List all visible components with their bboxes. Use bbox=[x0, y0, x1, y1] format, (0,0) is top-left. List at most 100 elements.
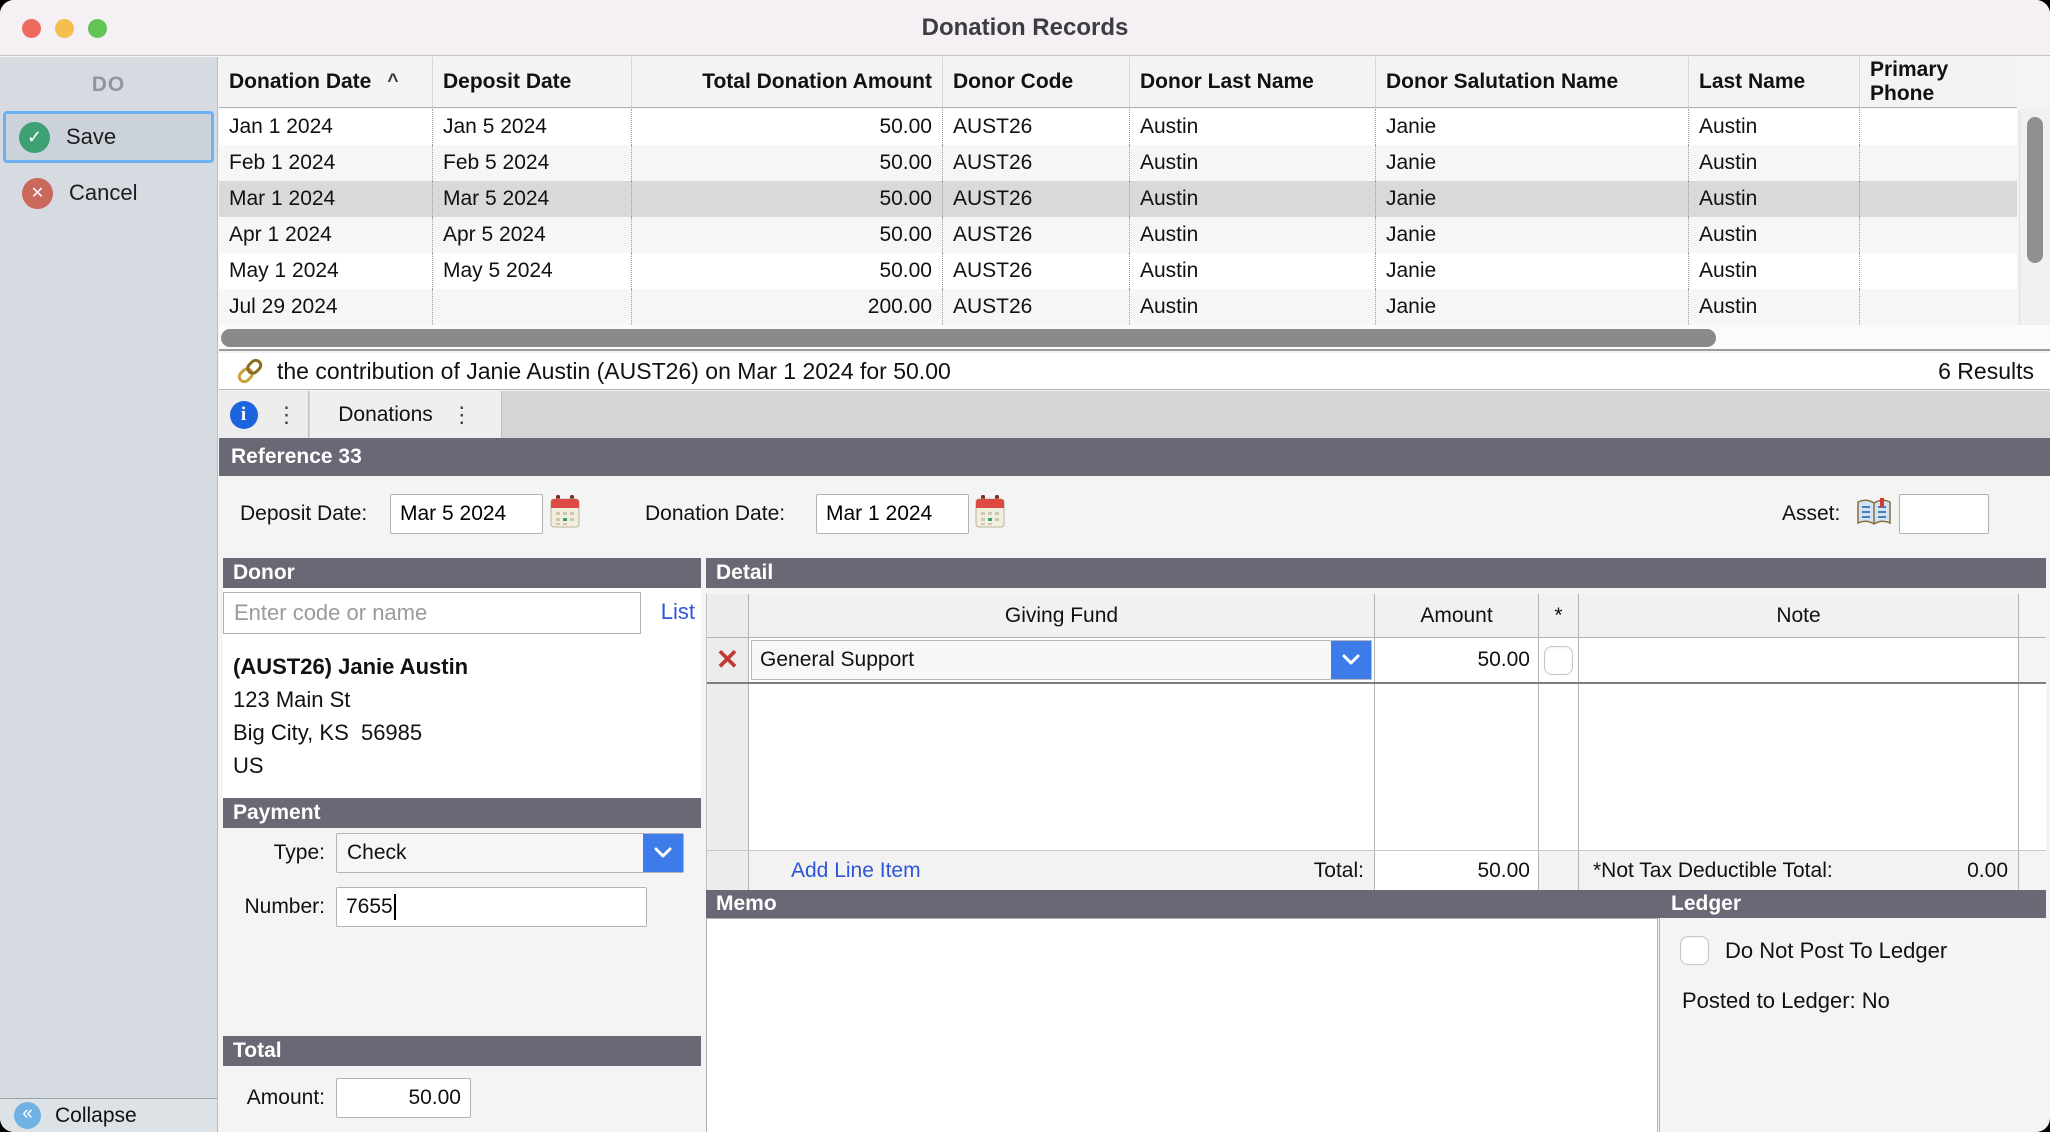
line-item-row: ✕ General Support 50.00 bbox=[707, 638, 2046, 682]
payment-number-input[interactable]: 7655 bbox=[336, 887, 647, 927]
vertical-scrollbar-thumb[interactable] bbox=[2027, 117, 2043, 263]
memo-textarea[interactable] bbox=[706, 918, 1658, 1132]
cancel-button-label: Cancel bbox=[69, 180, 137, 206]
ledger-section-header: Ledger bbox=[1671, 892, 1741, 916]
donor-address-line: Big City, KS 56985 bbox=[233, 716, 468, 749]
table-row[interactable]: Apr 1 2024Apr 5 202450.00AUST26AustinJan… bbox=[219, 217, 2017, 253]
info-icon: i bbox=[230, 401, 258, 429]
column-header-donation-date[interactable]: Donation Date ^ bbox=[219, 57, 433, 107]
delete-line-item-button[interactable]: ✕ bbox=[707, 638, 749, 682]
reference-header: Reference 33 bbox=[219, 438, 2050, 476]
donor-search-input[interactable] bbox=[223, 592, 641, 634]
link-icon bbox=[235, 356, 265, 386]
save-button[interactable]: ✓ Save bbox=[3, 111, 214, 163]
table-row-selected[interactable]: Mar 1 2024Mar 5 202450.00AUST26AustinJan… bbox=[219, 181, 2017, 217]
text-cursor bbox=[394, 894, 396, 920]
drag-handle-icon[interactable]: ⋮ bbox=[276, 404, 298, 426]
table-row[interactable]: Jul 29 2024200.00AUST26AustinJanieAustin bbox=[219, 289, 2017, 325]
tab-donations[interactable]: Donations ⋮ bbox=[310, 391, 502, 438]
asset-label: Asset: bbox=[1782, 494, 1840, 534]
column-header-donor-last-name[interactable]: Donor Last Name bbox=[1130, 57, 1376, 107]
asset-book-icon[interactable] bbox=[1855, 498, 1893, 528]
delete-icon: ✕ bbox=[716, 646, 739, 674]
table-row[interactable]: Jan 1 2024Jan 5 202450.00AUST26AustinJan… bbox=[219, 109, 2017, 145]
line-item-amount-field[interactable]: 50.00 bbox=[1375, 638, 1539, 682]
results-table-header: Donation Date ^ Deposit Date Total Donat… bbox=[219, 57, 2017, 108]
total-amount-label: Amount: bbox=[219, 1078, 325, 1118]
detail-total-label: Total: bbox=[1314, 859, 1374, 883]
collapse-chevrons-icon: « bbox=[14, 1102, 41, 1129]
selection-text: the contribution of Janie Austin (AUST26… bbox=[277, 358, 951, 385]
table-row[interactable]: Feb 1 2024Feb 5 202450.00AUST26AustinJan… bbox=[219, 145, 2017, 181]
tab-bar: i ⋮ Donations ⋮ bbox=[219, 391, 2050, 438]
column-header-deposit-date[interactable]: Deposit Date bbox=[433, 57, 632, 107]
chevron-down-icon bbox=[654, 847, 672, 859]
sidebar-header: DO bbox=[0, 73, 217, 97]
drag-handle-icon[interactable]: ⋮ bbox=[451, 404, 473, 426]
save-button-label: Save bbox=[66, 124, 116, 150]
detail-column-amount: Amount bbox=[1375, 594, 1539, 637]
giving-fund-dropdown-button[interactable] bbox=[1331, 641, 1371, 679]
horizontal-scrollbar-thumb[interactable] bbox=[221, 329, 1716, 347]
detail-column-note: Note bbox=[1579, 594, 2019, 637]
not-tax-deductible-checkbox[interactable] bbox=[1544, 646, 1573, 675]
donor-list-link[interactable]: List bbox=[661, 599, 695, 625]
horizontal-scrollbar[interactable] bbox=[219, 325, 2050, 351]
vertical-scrollbar[interactable] bbox=[2019, 109, 2050, 325]
collapse-button[interactable]: « Collapse bbox=[0, 1098, 217, 1132]
table-row[interactable]: May 1 2024May 5 202450.00AUST26AustinJan… bbox=[219, 253, 2017, 289]
asset-input[interactable] bbox=[1899, 494, 1989, 534]
donation-date-label: Donation Date: bbox=[645, 494, 785, 534]
payment-type-select[interactable]: Check bbox=[336, 833, 684, 873]
donor-address-block: (AUST26) Janie Austin 123 Main St Big Ci… bbox=[233, 650, 468, 782]
giving-fund-value: General Support bbox=[752, 648, 1331, 672]
sidebar: DO ✓ Save ✕ Cancel « Collapse bbox=[0, 57, 218, 1132]
payment-type-dropdown-button[interactable] bbox=[643, 834, 683, 872]
column-header-donor-code[interactable]: Donor Code bbox=[943, 57, 1130, 107]
detail-section-header: Detail bbox=[706, 558, 2046, 588]
donation-records-window: Donation Records DO ✓ Save ✕ Cancel « Co… bbox=[0, 0, 2050, 1132]
selection-status-bar: the contribution of Janie Austin (AUST26… bbox=[219, 353, 2050, 390]
deposit-date-input[interactable] bbox=[390, 494, 543, 534]
payment-number-label: Number: bbox=[219, 887, 325, 927]
column-header-last-name[interactable]: Last Name bbox=[1689, 57, 1860, 107]
detail-column-not-tax-deductible: * bbox=[1539, 594, 1579, 637]
donor-panel: List (AUST26) Janie Austin 123 Main St B… bbox=[223, 588, 701, 798]
column-header-total-donation-amount[interactable]: Total Donation Amount bbox=[632, 57, 943, 107]
detail-column-giving-fund: Giving Fund bbox=[749, 594, 1375, 637]
titlebar: Donation Records bbox=[0, 0, 2050, 56]
donor-address-line: 123 Main St bbox=[233, 683, 468, 716]
cancel-button[interactable]: ✕ Cancel bbox=[6, 167, 211, 219]
cancel-x-icon: ✕ bbox=[22, 178, 53, 209]
payment-type-label: Type: bbox=[219, 833, 325, 873]
results-table-body: Jan 1 2024Jan 5 202450.00AUST26AustinJan… bbox=[219, 109, 2017, 325]
total-amount-field[interactable]: 50.00 bbox=[336, 1078, 471, 1118]
posted-to-ledger-status: Posted to Ledger: No bbox=[1682, 988, 1890, 1014]
check-icon: ✓ bbox=[19, 122, 50, 153]
column-header-donor-salutation-name[interactable]: Donor Salutation Name bbox=[1376, 57, 1689, 107]
not-tax-deductible-total-label: *Not Tax Deductible Total: bbox=[1579, 859, 1833, 883]
giving-fund-select[interactable]: General Support bbox=[751, 640, 1372, 680]
tab-donations-label: Donations bbox=[338, 403, 433, 427]
line-item-note-field[interactable] bbox=[1579, 638, 2019, 682]
payment-section-header: Payment bbox=[223, 798, 701, 828]
window-title: Donation Records bbox=[0, 0, 2050, 56]
do-not-post-to-ledger-checkbox[interactable] bbox=[1680, 936, 1709, 965]
detail-line-items-table: Giving Fund Amount * Note ✕ General Supp… bbox=[706, 594, 2046, 890]
calendar-icon[interactable] bbox=[550, 495, 580, 529]
add-line-item-link[interactable]: Add Line Item bbox=[749, 859, 921, 883]
memo-section-header: Memo bbox=[706, 892, 777, 916]
record-info-tab[interactable]: i ⋮ bbox=[219, 391, 309, 438]
detail-totals-row: Add Line Item Total: 50.00 *Not Tax Dedu… bbox=[707, 850, 2046, 890]
total-section-header: Total bbox=[223, 1036, 701, 1066]
column-header-primary-phone[interactable]: Primary Phone bbox=[1860, 57, 2017, 107]
do-not-post-to-ledger-label: Do Not Post To Ledger bbox=[1725, 938, 1947, 964]
results-count: 6 Results bbox=[1938, 358, 2034, 385]
donation-date-input[interactable] bbox=[816, 494, 969, 534]
collapse-button-label: Collapse bbox=[55, 1104, 137, 1128]
calendar-icon[interactable] bbox=[975, 495, 1005, 529]
ledger-panel: Do Not Post To Ledger Posted to Ledger: … bbox=[1659, 918, 2046, 1132]
donor-address-line: US bbox=[233, 749, 468, 782]
donor-name: (AUST26) Janie Austin bbox=[233, 650, 468, 683]
deposit-date-label: Deposit Date: bbox=[240, 494, 367, 534]
